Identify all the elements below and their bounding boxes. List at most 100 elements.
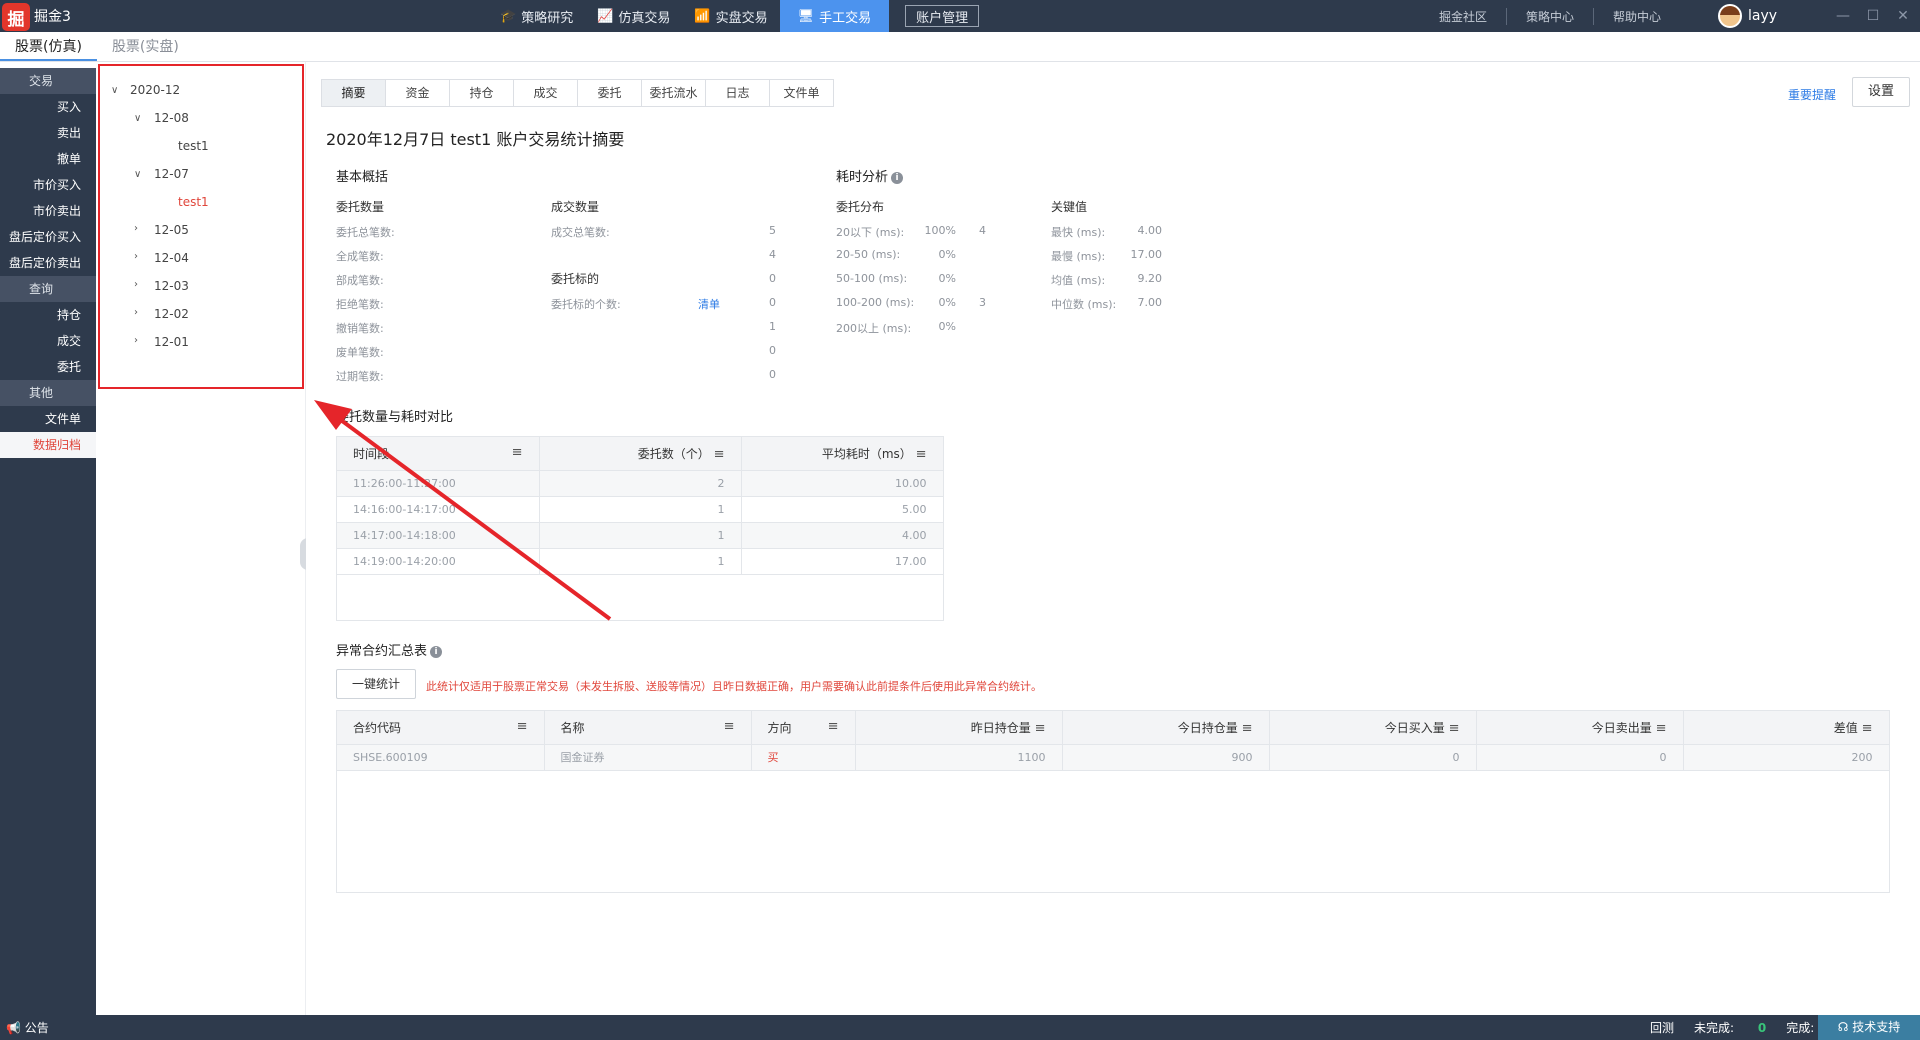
sidebar-item-cancel[interactable]: 撤单	[0, 146, 96, 172]
section-basic-title: 基本概括	[336, 170, 389, 185]
stat-label: 20以下 (ms):	[836, 226, 905, 239]
column-menu-icon[interactable]: ≡	[1862, 721, 1873, 736]
one-click-stats-button[interactable]: 一键统计	[336, 669, 416, 699]
stat-value: 1	[769, 320, 776, 333]
column-header[interactable]: 今日买入量 ≡	[1269, 711, 1477, 745]
tech-support-button[interactable]: ☊ 技术支持	[1818, 1015, 1920, 1040]
cell-avg-latency: 17.00	[741, 548, 944, 575]
link-help-center[interactable]: 帮助中心	[1594, 8, 1680, 25]
column-header[interactable]: 今日持仓量 ≡	[1062, 711, 1270, 745]
cell-time-range: 11:26:00-11:27:00	[337, 470, 540, 497]
stat-label: 均值 (ms):	[1051, 274, 1106, 287]
info-icon[interactable]: i	[891, 171, 904, 184]
column-header[interactable]: 方向 ≡	[751, 711, 856, 745]
logo-icon: 掘	[2, 3, 30, 31]
tab-summary[interactable]: 摘要	[321, 79, 386, 107]
info-icon[interactable]: i	[430, 645, 443, 658]
nav-manual-trading[interactable]: 🖥 手工交易	[779, 0, 890, 32]
targets-list-link[interactable]: 清单	[698, 296, 720, 312]
cell-avg-latency: 4.00	[741, 522, 944, 549]
tab-stock-live[interactable]: 股票(实盘)	[97, 34, 194, 61]
column-menu-icon[interactable]: ≡	[714, 447, 725, 462]
status-bar: 📢 公告 回测 未完成: 0 完成: 0 ☊ 技术支持	[0, 1015, 1920, 1040]
important-notice-link[interactable]: 重要提醒	[1788, 86, 1836, 103]
tab-file-order[interactable]: 文件单	[769, 79, 834, 107]
anomaly-section-title: 异常合约汇总表 i	[336, 640, 443, 659]
backtest-label[interactable]: 回测	[1650, 1019, 1674, 1036]
column-header-label: 委托数（个）	[637, 446, 710, 461]
sidebar-item-sell[interactable]: 卖出	[0, 120, 96, 146]
sidebar-item-data-archive[interactable]: 数据归档	[0, 432, 96, 458]
table-row[interactable]: 11:26:00-11:27:00 2 10.00	[337, 470, 944, 497]
nav-account-management[interactable]: 账户管理	[905, 5, 980, 27]
maximize-icon[interactable]: ☐	[1858, 8, 1888, 24]
column-header[interactable]: 差值 ≡	[1683, 711, 1890, 745]
tab-stock-sim[interactable]: 股票(仿真)	[0, 34, 97, 61]
column-menu-icon[interactable]: ≡	[1449, 721, 1460, 736]
monitor-icon: 🖥	[797, 8, 815, 24]
tab-orders[interactable]: 委托	[577, 79, 642, 107]
nav-sim-trading[interactable]: 📈 仿真交易	[585, 0, 682, 32]
cell-avg-latency: 5.00	[741, 496, 944, 523]
tab-deals[interactable]: 成交	[513, 79, 578, 107]
sidebar-item-market-sell[interactable]: 市价卖出	[0, 198, 96, 224]
sidebar-item-positions[interactable]: 持仓	[0, 302, 96, 328]
sidebar-item-market-buy[interactable]: 市价买入	[0, 172, 96, 198]
column-header[interactable]: 今日卖出量 ≡	[1476, 711, 1684, 745]
user-menu[interactable]: layy	[1718, 4, 1777, 28]
column-header[interactable]: 时间段 ≡	[337, 437, 540, 471]
announcement[interactable]: 📢 公告	[6, 1019, 49, 1036]
nav-strategy-research[interactable]: 🎓 策略研究	[488, 0, 585, 32]
anomaly-warning-text: 此统计仅适用于股票正常交易（未发生拆股、送股等情况）且昨日数据正确，用户需要确认…	[426, 680, 1042, 693]
link-community[interactable]: 掘金社区	[1420, 7, 1508, 25]
tab-funds[interactable]: 资金	[385, 79, 450, 107]
sidebar-item-buy[interactable]: 买入	[0, 94, 96, 120]
column-menu-icon[interactable]: ≡	[1656, 721, 1667, 736]
sidebar-item-orders[interactable]: 委托	[0, 354, 96, 380]
column-header[interactable]: 合约代码 ≡	[337, 711, 545, 745]
minimize-icon[interactable]: —	[1828, 8, 1858, 24]
nav-live-trading[interactable]: 📶 实盘交易	[682, 0, 779, 32]
stat-label: 200以上 (ms):	[836, 322, 912, 335]
column-menu-icon[interactable]: ≡	[828, 719, 839, 734]
sidebar-item-after-hours-sell[interactable]: 盘后定价卖出	[0, 250, 96, 276]
table-row[interactable]: SHSE.600109 国金证券 买 1100 900 0 0 200	[337, 744, 1890, 771]
column-header[interactable]: 委托数（个） ≡	[539, 437, 742, 471]
stat-value: 0	[769, 368, 776, 381]
column-menu-icon[interactable]: ≡	[724, 719, 735, 734]
table-row[interactable]: 14:17:00-14:18:00 1 4.00	[337, 522, 944, 549]
anomaly-title-label: 异常合约汇总表	[336, 644, 428, 659]
column-menu-icon[interactable]: ≡	[1035, 721, 1046, 736]
column-header-label: 方向	[767, 720, 792, 735]
sidebar-item-deals[interactable]: 成交	[0, 328, 96, 354]
column-header[interactable]: 平均耗时（ms） ≡	[741, 437, 944, 471]
close-icon[interactable]: ✕	[1888, 8, 1918, 24]
user-name: layy	[1748, 8, 1778, 24]
table-row[interactable]: 14:19:00-14:20:00 1 17.00	[337, 548, 944, 575]
compare-section-title: 委托数量与耗时对比	[336, 410, 454, 425]
column-menu-icon[interactable]: ≡	[1242, 721, 1253, 736]
column-menu-icon[interactable]: ≡	[517, 719, 528, 734]
column-header[interactable]: 名称 ≡	[544, 711, 752, 745]
headset-icon: ☊	[1837, 1020, 1849, 1034]
stat-value: 17.00	[1130, 248, 1163, 261]
column-header[interactable]: 昨日持仓量 ≡	[855, 711, 1063, 745]
announcement-label: 公告	[24, 1021, 49, 1035]
sidebar-item-file-order[interactable]: 文件单	[0, 406, 96, 432]
tab-log[interactable]: 日志	[705, 79, 770, 107]
sidebar: 交易 买入 卖出 撤单 市价买入 市价卖出 盘后定价买入 盘后定价卖出 查询 持…	[0, 68, 96, 1015]
column-menu-icon[interactable]: ≡	[512, 445, 523, 460]
settings-button[interactable]: 设置	[1852, 77, 1910, 107]
stat-value: 7.00	[1137, 296, 1163, 309]
cell-name: 国金证券	[544, 744, 752, 771]
table-row[interactable]: 14:16:00-14:17:00 1 5.00	[337, 496, 944, 523]
tab-order-flow[interactable]: 委托流水	[641, 79, 706, 107]
stat-value: 4.00	[1137, 224, 1163, 237]
sidebar-item-after-hours-buy[interactable]: 盘后定价买入	[0, 224, 96, 250]
link-strategy-center[interactable]: 策略中心	[1507, 7, 1595, 25]
column-menu-icon[interactable]: ≡	[916, 447, 927, 462]
column-header-label: 今日卖出量	[1591, 720, 1652, 735]
tab-positions[interactable]: 持仓	[449, 79, 514, 107]
app-name: 掘金3	[34, 9, 71, 25]
page-title: 2020年12月7日 test1 账户交易统计摘要	[326, 130, 625, 149]
